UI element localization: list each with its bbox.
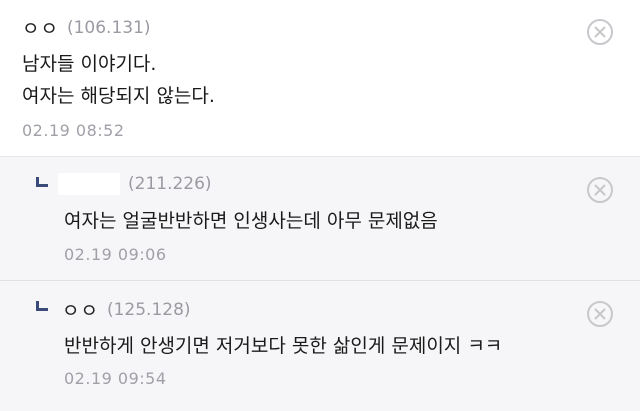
comment-nickname[interactable] (58, 173, 120, 195)
comment-body: 반반하게 안생기면 저거보다 못한 삶인게 문제이지 ㅋㅋ (64, 335, 503, 357)
comment-body: 남자들 이야기다. 여자는 해당되지 않는다. (22, 48, 215, 112)
comment-nickname[interactable]: ㅇㅇ (62, 296, 99, 323)
comment-body: 여자는 얼굴반반하면 인생사는데 아무 문제없음 (64, 210, 438, 232)
delete-comment-button[interactable] (587, 301, 613, 327)
comment-line: 남자들 이야기다. (22, 53, 157, 75)
close-circle-icon (594, 308, 606, 320)
comment-ip: (106.131) (66, 17, 151, 38)
delete-comment-button[interactable] (587, 177, 613, 203)
close-circle-icon (594, 26, 606, 38)
comment-meta: (211.226) (58, 173, 212, 195)
close-circle-icon (594, 184, 606, 196)
comment-date: 02.19 09:54 (64, 369, 167, 388)
reply-arrow-icon (36, 301, 48, 311)
delete-comment-button[interactable] (587, 19, 613, 45)
reply-item: ㅇㅇ (125.128) 반반하게 안생기면 저거보다 못한 삶인게 문제이지 … (0, 281, 640, 411)
comment-meta: ㅇㅇ (106.131) (22, 14, 151, 41)
comment-nickname[interactable]: ㅇㅇ (22, 14, 59, 41)
reply-arrow-icon (36, 177, 48, 187)
comment-line: 여자는 해당되지 않는다. (22, 85, 215, 107)
reply-item: (211.226) 여자는 얼굴반반하면 인생사는데 아무 문제없음 02.19… (0, 157, 640, 281)
comment-ip: (125.128) (106, 299, 191, 320)
comment-date: 02.19 08:52 (22, 121, 125, 140)
comment-date: 02.19 09:06 (64, 245, 167, 264)
comment-meta: ㅇㅇ (125.128) (62, 296, 191, 323)
comment-list: ㅇㅇ (106.131) 남자들 이야기다. 여자는 해당되지 않는다. 02.… (0, 0, 640, 411)
comment-ip: (211.226) (128, 174, 212, 194)
comment-item: ㅇㅇ (106.131) 남자들 이야기다. 여자는 해당되지 않는다. 02.… (0, 0, 640, 157)
